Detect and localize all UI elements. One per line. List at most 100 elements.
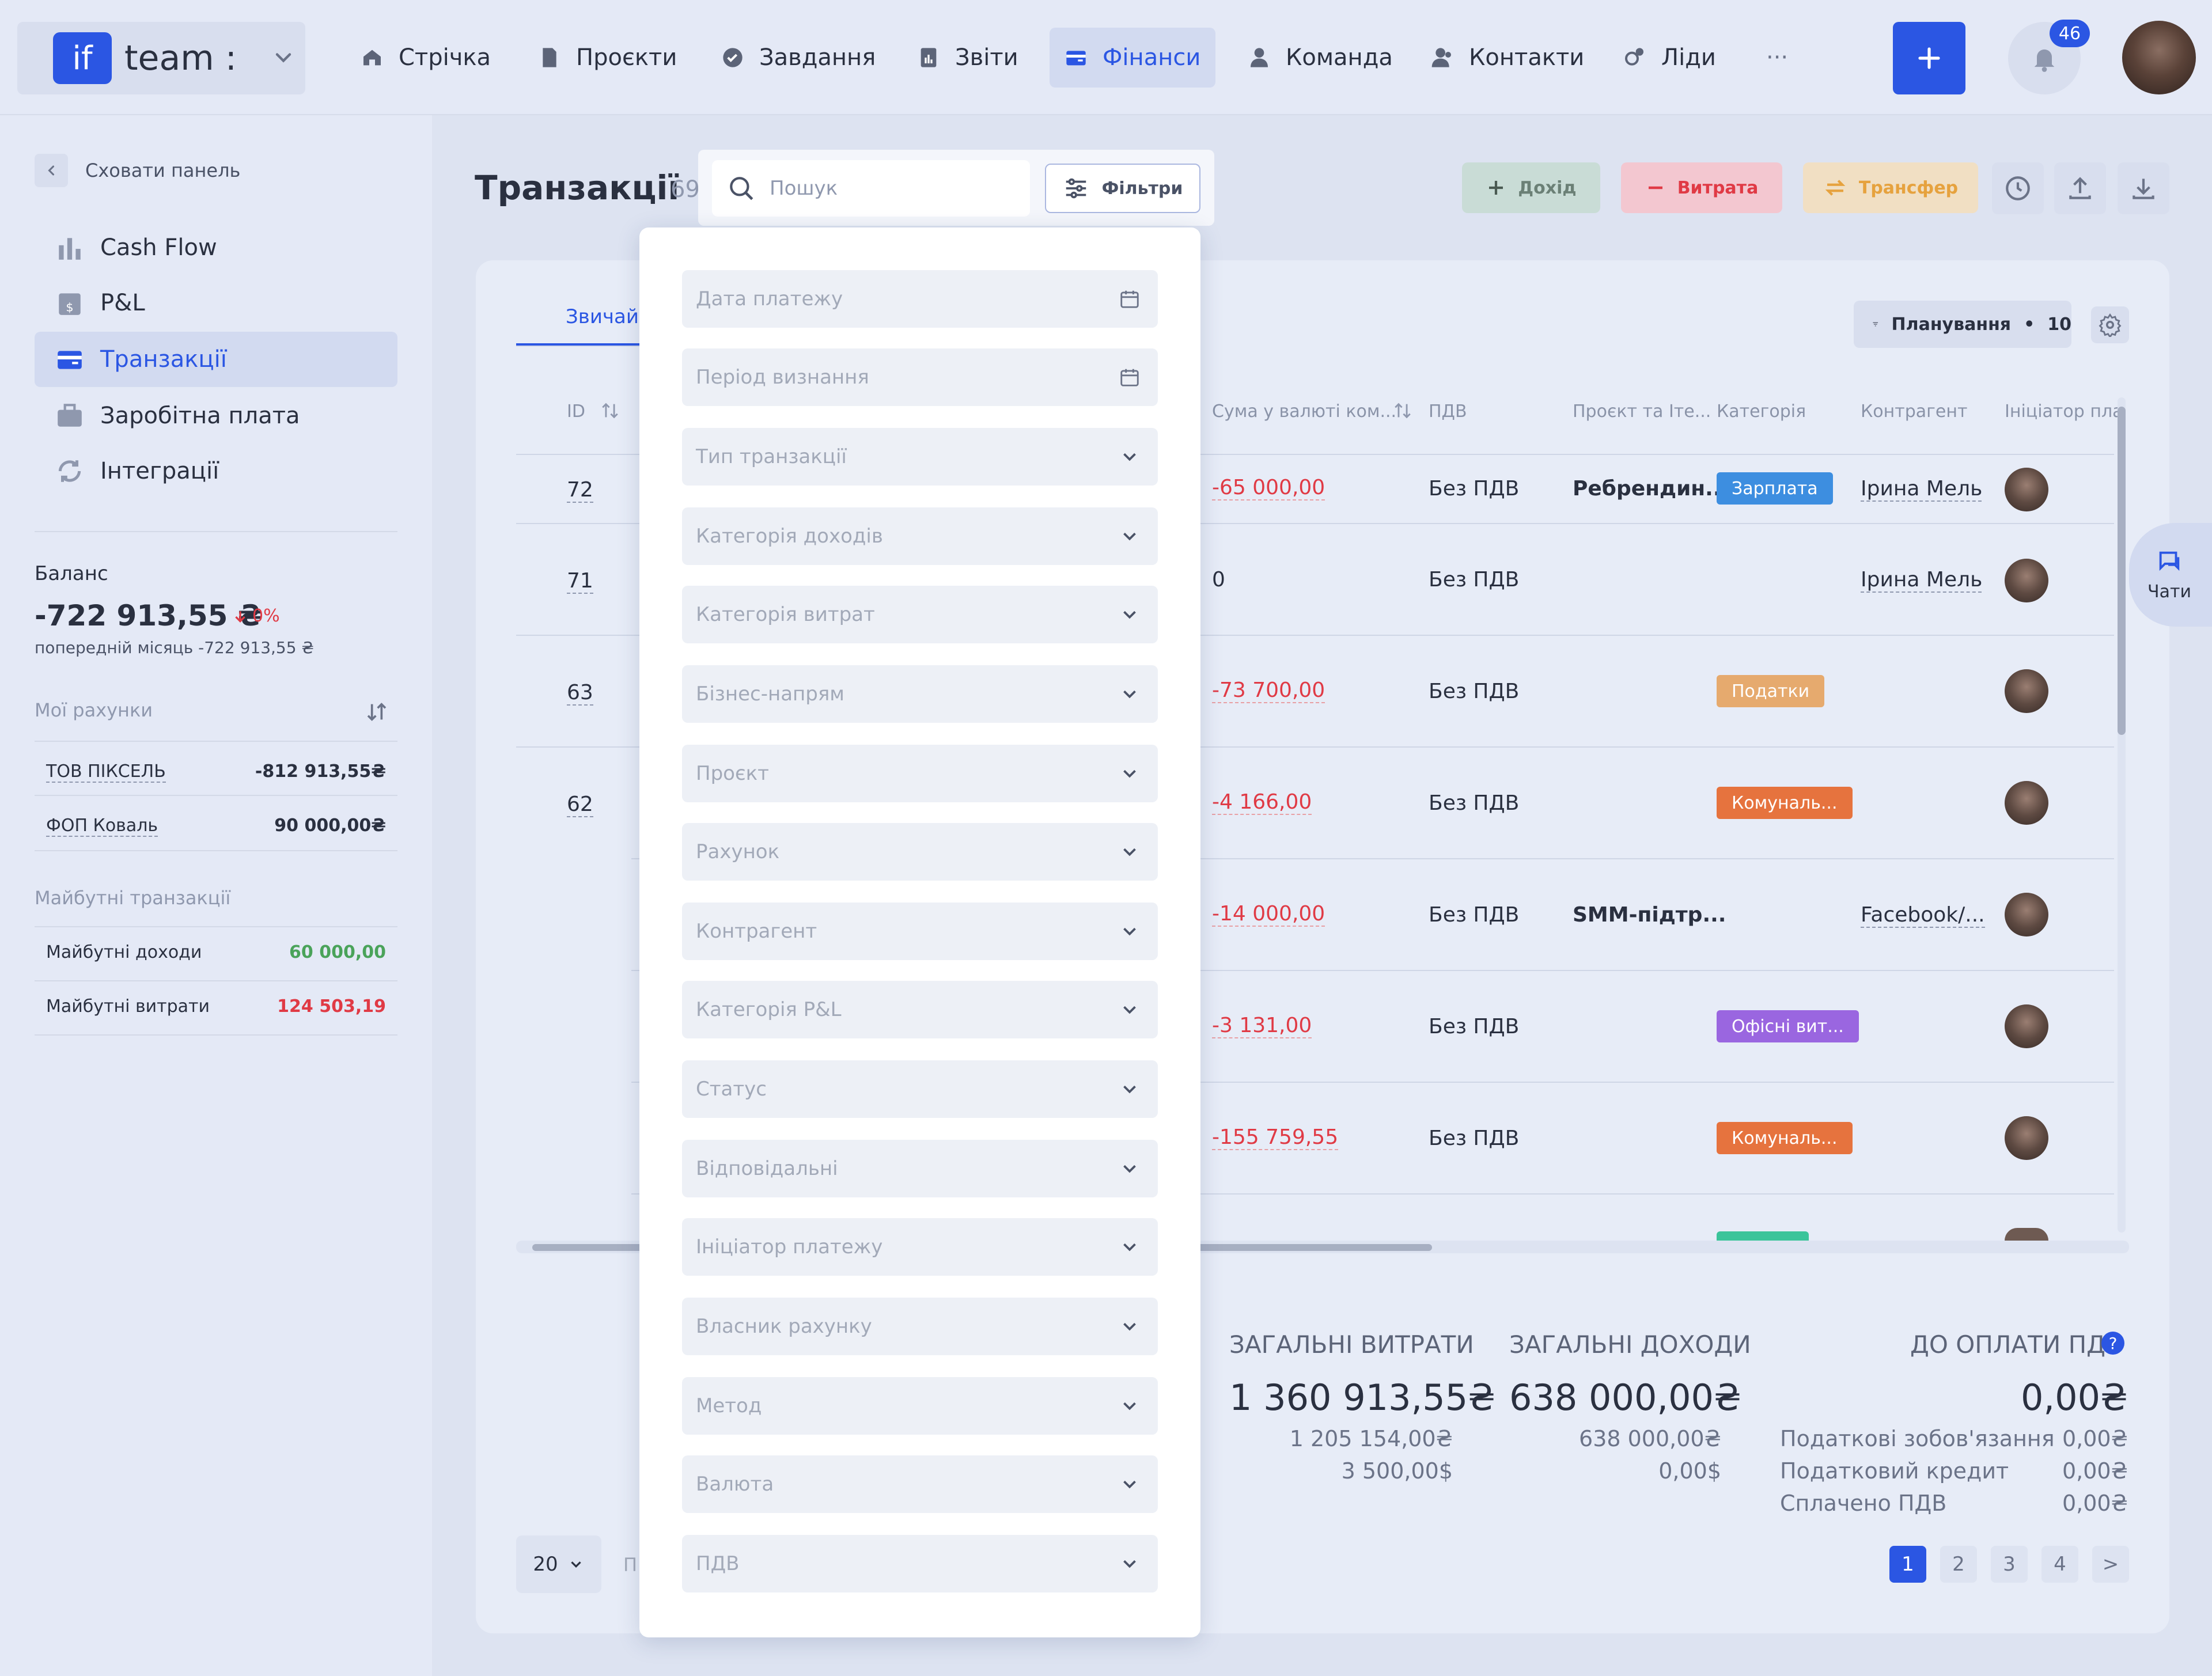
add-expense-button[interactable]: Витрата <box>1621 162 1782 213</box>
add-transfer-button[interactable]: Трансфер <box>1803 162 1978 213</box>
filter-payment-initiator[interactable]: Ініціатор платежу <box>682 1218 1158 1276</box>
row-id[interactable]: 62 <box>567 793 593 817</box>
finance-sidebar: Сховати панель Cash Flow $ P&L Транзакці… <box>0 115 432 1676</box>
row-amount[interactable]: -4 166,00 <box>1212 790 1312 815</box>
balance-change-value: 0% <box>252 606 280 626</box>
row-id[interactable]: 63 <box>567 681 593 706</box>
filter-project[interactable]: Проєкт <box>682 745 1158 802</box>
nav-more-button[interactable]: ··· <box>1751 28 1803 88</box>
row-id[interactable]: 71 <box>567 569 593 594</box>
create-button[interactable] <box>1893 22 1965 94</box>
hide-panel-button[interactable]: Сховати панель <box>35 152 240 189</box>
user-icon <box>1251 48 1268 67</box>
filter-label: Ініціатор платежу <box>696 1235 883 1258</box>
filter-status[interactable]: Статус <box>682 1060 1158 1118</box>
next-page-button[interactable]: > <box>2092 1546 2129 1583</box>
filter-currency[interactable]: Валюта <box>682 1455 1158 1513</box>
column-header-vat[interactable]: ПДВ <box>1429 401 1467 422</box>
row-project[interactable]: SMM-підтр... <box>1573 903 1726 927</box>
account-amount: 90 000,00₴ <box>274 816 386 836</box>
column-header-initiator[interactable]: Ініціатор пла <box>2005 401 2120 422</box>
help-icon[interactable]: ? <box>2101 1332 2124 1355</box>
sidebar-item-transactions[interactable]: Транзакції <box>35 332 397 387</box>
import-button[interactable] <box>2118 162 2169 214</box>
nav-item-reports[interactable]: Звіти <box>902 28 1033 88</box>
per-page-select[interactable]: 20 <box>516 1535 601 1593</box>
account-row[interactable]: ФОП Коваль 90 000,00₴ <box>46 816 386 837</box>
chevron-down-icon <box>275 53 291 63</box>
filter-account-owner[interactable]: Власник рахунку <box>682 1298 1158 1355</box>
file-icon <box>543 48 556 67</box>
nav-item-finance[interactable]: Фінанси <box>1050 28 1216 88</box>
nav-item-contacts[interactable]: Контакти <box>1416 28 1599 88</box>
row-counterparty[interactable]: Ірина Мельн <box>1861 477 1982 502</box>
row-counterparty[interactable]: Ірина Мельн <box>1861 568 1982 593</box>
calendar-icon <box>1120 290 1139 308</box>
row-project[interactable]: Ребрендин... <box>1573 477 1729 500</box>
filters-button[interactable]: Фільтри <box>1045 164 1200 213</box>
page-button-4[interactable]: 4 <box>2041 1546 2078 1583</box>
filter-responsible[interactable]: Відповідальні <box>682 1140 1158 1197</box>
filter-transaction-type[interactable]: Тип транзакції <box>682 428 1158 486</box>
nav-item-team[interactable]: Команда <box>1233 28 1408 88</box>
row-amount[interactable]: -14 000,00 <box>1212 902 1325 927</box>
history-button[interactable] <box>1992 162 2044 214</box>
sort-icon[interactable] <box>1393 401 1412 420</box>
row-amount[interactable]: -65 000,00 <box>1212 476 1325 500</box>
filter-income-category[interactable]: Категорія доходів <box>682 507 1158 565</box>
sort-icon[interactable] <box>365 700 388 723</box>
sidebar-item-integrations[interactable]: Інтеграції <box>35 443 397 499</box>
user-avatar[interactable] <box>2122 21 2196 94</box>
row-id[interactable]: 72 <box>567 478 593 503</box>
nav-item-feed[interactable]: Стрічка <box>346 28 506 88</box>
nav-item-tasks[interactable]: Завдання <box>706 28 891 88</box>
wallet-icon <box>58 351 82 369</box>
export-button[interactable] <box>2054 162 2106 214</box>
filter-method[interactable]: Метод <box>682 1377 1158 1435</box>
page-button-1[interactable]: 1 <box>1889 1546 1926 1583</box>
filter-payment-date[interactable]: Дата платежу <box>682 270 1158 328</box>
sort-icon[interactable] <box>600 401 620 420</box>
sidebar-item-cash-flow[interactable]: Cash Flow <box>35 220 397 275</box>
row-amount[interactable]: 0 <box>1212 568 1225 591</box>
filter-label: Тип транзакції <box>696 445 847 468</box>
column-header-id[interactable]: ID <box>567 401 585 422</box>
column-header-category[interactable]: Категорія <box>1717 401 1806 422</box>
divider <box>35 1034 397 1036</box>
column-header-sum[interactable]: Сума у валюті ком... <box>1212 401 1396 422</box>
row-amount[interactable]: -73 700,00 <box>1212 678 1325 703</box>
future-transactions-title: Майбутні транзакції <box>35 887 231 909</box>
filter-account[interactable]: Рахунок <box>682 823 1158 881</box>
filter-vat[interactable]: ПДВ <box>682 1535 1158 1592</box>
filter-counterparty[interactable]: Контрагент <box>682 903 1158 960</box>
sidebar-item-salary[interactable]: Заробітна плата <box>35 388 397 443</box>
row-counterparty[interactable]: Facebook/... <box>1861 903 1985 928</box>
filter-business-line[interactable]: Бізнес-напрям <box>682 665 1158 723</box>
nav-item-leads[interactable]: Ліди <box>1608 28 1731 88</box>
column-header-counterparty[interactable]: Контрагент <box>1861 401 1967 422</box>
filter-expense-category[interactable]: Категорія витрат <box>682 586 1158 643</box>
table-settings-button[interactable] <box>2091 306 2129 343</box>
search-input[interactable]: Пошук <box>712 160 1030 217</box>
vat-paid-value: 0,00₴ <box>2062 1491 2128 1516</box>
category-badge: Комуналь... <box>1717 1122 1853 1154</box>
add-income-button[interactable]: Дохід <box>1462 162 1600 213</box>
per-page-label: П <box>623 1554 638 1576</box>
row-amount[interactable]: -155 759,55 <box>1212 1125 1339 1150</box>
chats-button[interactable]: Чати <box>2129 523 2212 627</box>
filter-recognition-period[interactable]: Період визнання <box>682 348 1158 406</box>
workspace-switcher[interactable]: if team : <box>17 22 305 94</box>
leads-icon <box>1625 48 1643 66</box>
nav-item-projects[interactable]: Проєкти <box>523 28 692 88</box>
column-header-project[interactable]: Проєкт та Іте... <box>1573 401 1711 422</box>
planning-filter-button[interactable]: Планування • 10 <box>1854 301 2071 348</box>
sidebar-item-pnl[interactable]: $ P&L <box>35 275 397 331</box>
page-button-2[interactable]: 2 <box>1940 1546 1977 1583</box>
row-vat: Без ПДВ <box>1429 903 1520 927</box>
filter-pnl-category[interactable]: Категорія P&L <box>682 981 1158 1038</box>
vertical-scroll-thumb[interactable] <box>2118 407 2126 735</box>
account-row[interactable]: ТОВ ПІКСЕЛЬ -812 913,55₴ <box>46 761 386 783</box>
row-amount[interactable]: -3 131,00 <box>1212 1014 1312 1038</box>
page-button-3[interactable]: 3 <box>1991 1546 2028 1583</box>
vat-credit-value: 0,00₴ <box>2062 1458 2128 1484</box>
